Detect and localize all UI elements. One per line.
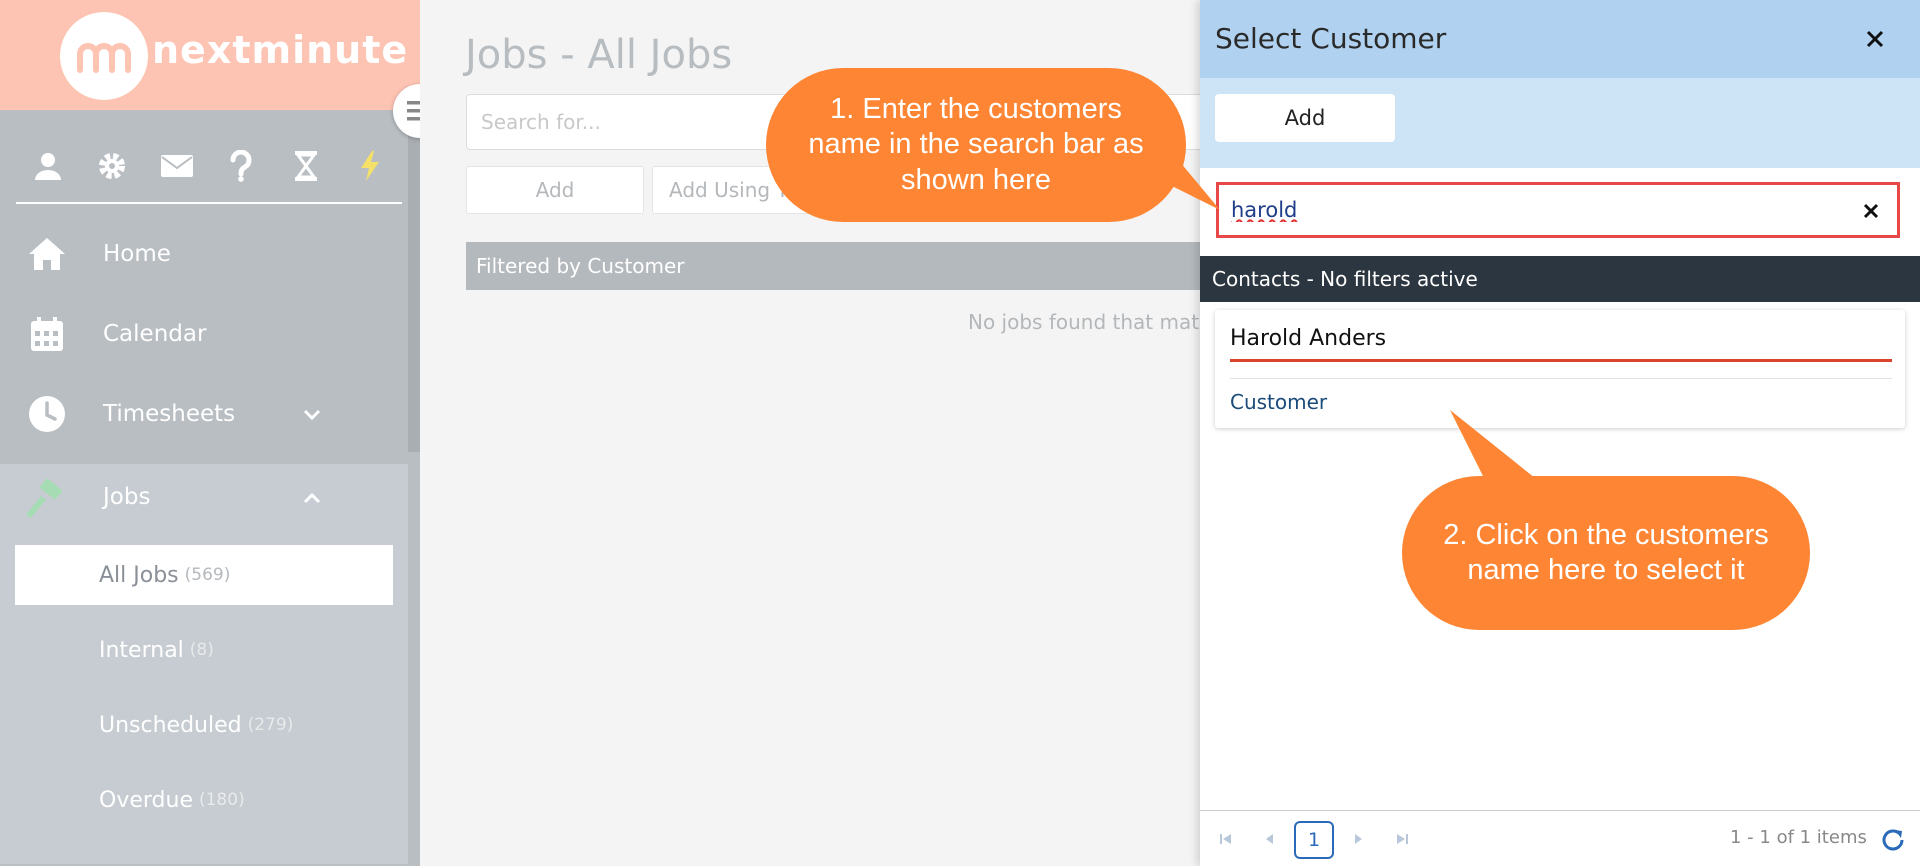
current-page-button[interactable]: 1: [1294, 821, 1334, 859]
hourglass-icon[interactable]: [288, 148, 324, 184]
contact-card[interactable]: Harold Anders Customer: [1215, 310, 1905, 428]
sidebar-item-label: Jobs: [103, 484, 151, 510]
callout-step-2: 2. Click on the customers name here to s…: [1402, 476, 1810, 630]
calendar-icon: [26, 313, 68, 355]
customer-search-field: [1216, 182, 1900, 238]
sidebar-subitem-unscheduled[interactable]: Unscheduled (279): [15, 695, 393, 755]
sidebar-item-home[interactable]: Home: [0, 214, 408, 294]
divider: [1230, 378, 1892, 379]
envelope-icon[interactable]: [159, 148, 195, 184]
page-title: Jobs - All Jobs: [465, 32, 733, 78]
customer-search-input[interactable]: [1231, 195, 1831, 225]
logo-area: nextminute: [0, 0, 420, 110]
lightning-icon[interactable]: [352, 148, 388, 184]
close-icon: [1866, 30, 1884, 48]
pager-info: 1 - 1 of 1 items: [1730, 827, 1867, 848]
next-page-icon[interactable]: [1348, 829, 1368, 849]
sidebar-item-label: Timesheets: [103, 401, 236, 427]
subitem-count: (180): [198, 790, 245, 810]
sidebar: nextminute Home Calendar Timesheets Jobs…: [0, 0, 420, 866]
select-customer-panel: Select Customer Add Contacts - No filter…: [1200, 0, 1920, 866]
sidebar-subitem-internal[interactable]: Internal (8): [15, 620, 393, 680]
previous-page-icon[interactable]: [1260, 829, 1280, 849]
subitem-count: (279): [247, 715, 294, 735]
panel-title: Select Customer: [1215, 22, 1447, 55]
panel-close-button[interactable]: [1858, 22, 1892, 56]
sidebar-item-jobs[interactable]: Jobs: [0, 464, 408, 534]
logo-text: nextminute: [152, 28, 409, 72]
sidebar-item-timesheets[interactable]: Timesheets: [0, 374, 408, 454]
gear-icon[interactable]: [94, 148, 130, 184]
sidebar-scrollbar[interactable]: [408, 110, 420, 452]
question-icon[interactable]: [223, 148, 259, 184]
sidebar-icon-row: [16, 130, 402, 204]
filter-bar: Filtered by Customer: [466, 242, 1226, 290]
add-customer-button[interactable]: Add: [1215, 94, 1395, 142]
close-icon: [1863, 203, 1879, 219]
panel-header: Select Customer: [1200, 0, 1920, 78]
subitem-label: Internal: [99, 637, 184, 663]
sidebar-item-label: Calendar: [103, 321, 207, 347]
callout-step-1: 1. Enter the customers name in the searc…: [766, 68, 1186, 222]
panel-toolbar: Add: [1200, 78, 1920, 168]
logo-m-icon: [77, 43, 131, 73]
sidebar-item-calendar[interactable]: Calendar: [0, 294, 408, 374]
clock-icon: [26, 393, 68, 435]
contacts-header: Contacts - No filters active: [1200, 256, 1920, 302]
sidebar-subitem-overdue[interactable]: Overdue (180): [15, 770, 393, 830]
contact-type: Customer: [1230, 390, 1328, 414]
chevron-up-icon[interactable]: [300, 487, 324, 511]
first-page-icon[interactable]: [1216, 829, 1236, 849]
pager: 1 1 - 1 of 1 items: [1200, 810, 1920, 866]
empty-state-text: No jobs found that match: [968, 310, 1223, 334]
sidebar-item-label: Home: [103, 241, 171, 267]
refresh-icon[interactable]: [1880, 827, 1906, 853]
hammer-icon: [26, 478, 68, 520]
subitem-count: (8): [189, 640, 214, 660]
clear-search-button[interactable]: [1859, 199, 1883, 223]
contact-underline: [1230, 359, 1892, 362]
chevron-down-icon[interactable]: [300, 402, 324, 426]
user-icon[interactable]: [30, 148, 66, 184]
subitem-count: (569): [184, 565, 231, 585]
sidebar-subitem-all-jobs[interactable]: All Jobs (569): [15, 545, 393, 605]
add-job-button[interactable]: Add: [466, 166, 644, 214]
last-page-icon[interactable]: [1392, 829, 1412, 849]
subitem-label: All Jobs: [99, 562, 179, 588]
subitem-label: Unscheduled: [99, 712, 242, 738]
subitem-label: Overdue: [99, 787, 193, 813]
contact-name[interactable]: Harold Anders: [1230, 326, 1386, 351]
home-icon: [26, 233, 68, 275]
logo-mark: [60, 12, 148, 100]
